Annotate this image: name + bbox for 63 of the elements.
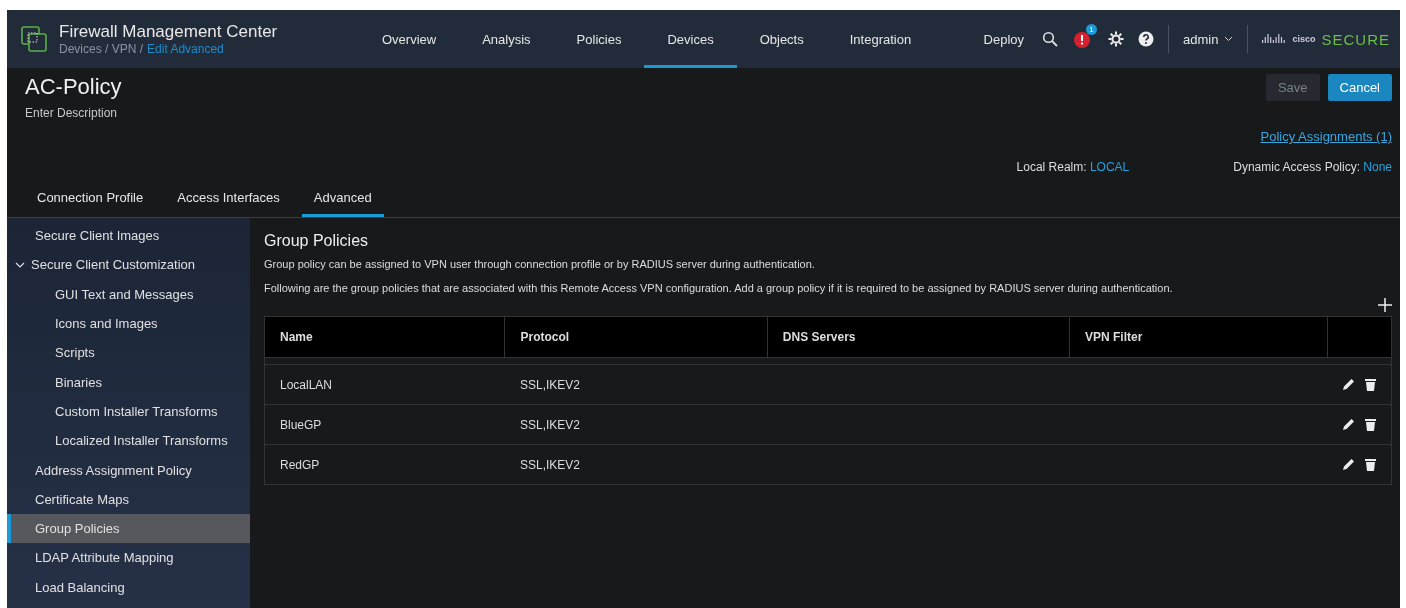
nav-tab[interactable]: Devices <box>644 10 737 68</box>
brand-name: SECURE <box>1321 30 1390 48</box>
nav-tab[interactable]: Objects <box>736 10 827 68</box>
column-header: VPN Filter <box>1069 316 1327 358</box>
tab[interactable]: Advanced <box>301 182 384 217</box>
local-realm-label: Local Realm: LOCAL <box>1016 160 1130 174</box>
table-cell: SSL,IKEV2 <box>504 404 768 445</box>
sidebar-item[interactable]: Secure Client Customization <box>7 250 250 280</box>
section-title: Group Policies <box>264 232 370 250</box>
table-cell: SSL,IKEV2 <box>504 364 768 405</box>
column-header: DNS Servers <box>767 316 1070 358</box>
sidebar-item[interactable]: LDAP Attribute Mapping <box>7 543 250 573</box>
add-icon[interactable] <box>1378 298 1392 312</box>
delete-icon[interactable] <box>1365 418 1376 431</box>
bars-icon <box>1262 33 1287 45</box>
sidebar-item[interactable]: Custom Installer Transforms <box>7 396 250 427</box>
sidebar-item[interactable]: Certificate Maps <box>7 484 250 514</box>
sidebar-item[interactable]: Scripts <box>7 338 250 368</box>
user-menu[interactable]: admin <box>1183 31 1234 47</box>
cancel-button[interactable]: Cancel <box>1327 74 1392 101</box>
policy-assignments-link[interactable]: Policy Assignments (1) <box>1260 129 1392 144</box>
alert-icon[interactable] <box>1072 29 1093 49</box>
product-title: Firewall Management Center <box>59 22 279 42</box>
table-cell: SSL,IKEV2 <box>504 444 768 485</box>
dynamic-access-policy-label: Dynamic Access Policy: None <box>1233 160 1392 174</box>
chevron-icon <box>1224 36 1234 42</box>
edit-icon[interactable] <box>1342 378 1355 391</box>
settings-icon[interactable] <box>1108 31 1125 47</box>
policy-description[interactable]: Enter Description <box>25 106 1017 120</box>
edit-icon[interactable] <box>1342 458 1355 471</box>
sidebar-item[interactable]: Binaries <box>7 367 250 397</box>
policy-title: AC-Policy <box>25 74 123 100</box>
nav-tab[interactable]: Policies <box>553 10 645 68</box>
table-cell: LocalLAN <box>264 364 505 405</box>
app-logo-icon <box>21 26 47 52</box>
breadcrumb-current: Edit Advanced <box>147 42 224 56</box>
nav-tab[interactable]: Overview <box>359 10 460 68</box>
tab[interactable]: Connection Profile <box>25 182 156 217</box>
sidebar-item[interactable]: Secure Client Images <box>7 221 250 251</box>
table-cell: BlueGP <box>264 404 505 445</box>
column-header: Protocol <box>504 316 768 358</box>
edit-icon[interactable] <box>1342 418 1355 431</box>
tab[interactable]: Access Interfaces <box>165 182 292 217</box>
help-icon[interactable] <box>1138 31 1155 47</box>
breadcrumb-path[interactable]: Devices / VPN / <box>59 42 144 56</box>
nav-tab[interactable]: Analysis <box>459 10 554 68</box>
description-text: Group policy can be assigned to VPN user through connection profile or by RADIUS server during authentication. <box>264 258 816 270</box>
column-header: Name <box>264 316 505 358</box>
notification-badge: 1 <box>1086 24 1098 35</box>
deploy-button[interactable]: Deploy <box>983 31 1025 47</box>
description-text: Following are the group policies that are associated with this Remote Access VPN configuration. Add a group policy if it is required to be assigned by RADIUS server during authentication. <box>264 282 1174 294</box>
sidebar-item[interactable]: Load Balancing <box>7 572 250 602</box>
table-cell: RedGP <box>264 444 505 485</box>
sidebar-item[interactable]: Icons and Images <box>7 308 250 339</box>
sidebar-item[interactable]: Localized Installer Transforms <box>7 426 250 456</box>
delete-icon[interactable] <box>1365 378 1376 391</box>
delete-icon[interactable] <box>1365 458 1376 471</box>
sidebar-item[interactable]: Group Policies <box>7 513 250 544</box>
nav-tab[interactable]: Integration <box>826 10 935 68</box>
brand-text: cisco <box>1292 34 1316 44</box>
sidebar-item[interactable]: Address Assignment Policy <box>7 455 250 485</box>
search-icon[interactable] <box>1042 31 1059 47</box>
sidebar-item[interactable]: GUI Text and Messages <box>7 279 250 309</box>
